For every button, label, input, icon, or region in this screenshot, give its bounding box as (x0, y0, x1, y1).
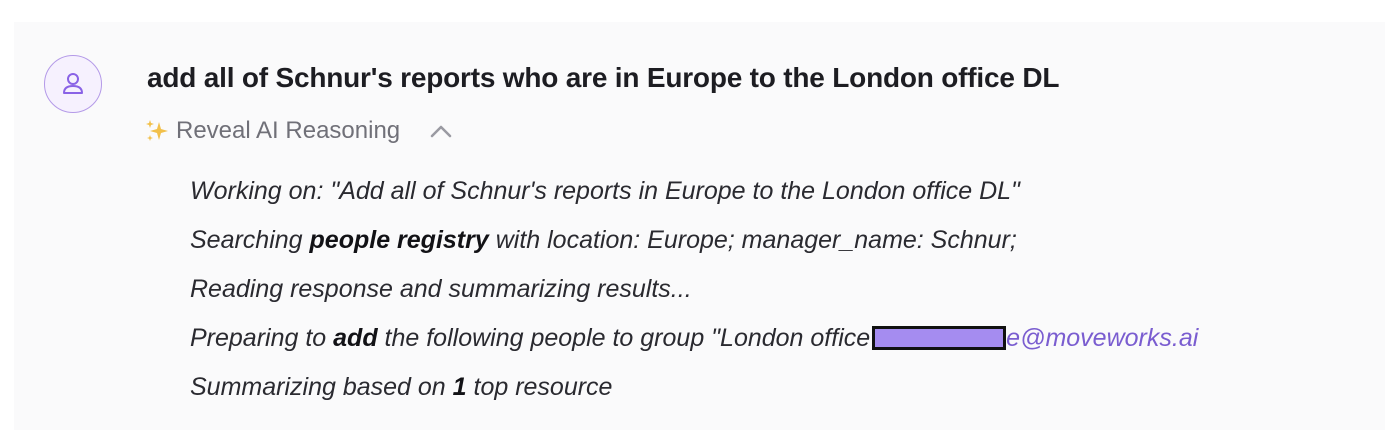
chevron-up-icon[interactable] (428, 118, 454, 144)
redacted-email-block (872, 326, 1007, 350)
avatar (44, 55, 102, 113)
reasoning-step: Searching people registry with location:… (190, 226, 1017, 254)
sparkle-icon (146, 120, 168, 141)
group-email-link[interactable]: e@moveworks.ai (1006, 324, 1198, 352)
reasoning-step: Summarizing based on 1 top resource (190, 373, 613, 401)
user-query-title: add all of Schnur's reports who are in E… (147, 62, 1060, 93)
reveal-ai-reasoning-label: Reveal AI Reasoning (176, 117, 401, 144)
user-icon (63, 73, 83, 94)
reveal-ai-reasoning-toggle[interactable]: Reveal AI Reasoning (144, 116, 454, 146)
reasoning-step: Working on: "Add all of Schnur's reports… (190, 177, 1020, 205)
reasoning-steps: Working on: "Add all of Schnur's reports… (190, 171, 1380, 416)
reasoning-step: Reading response and summarizing results… (190, 275, 692, 303)
reasoning-step: Preparing to add the following people to… (190, 324, 1199, 352)
